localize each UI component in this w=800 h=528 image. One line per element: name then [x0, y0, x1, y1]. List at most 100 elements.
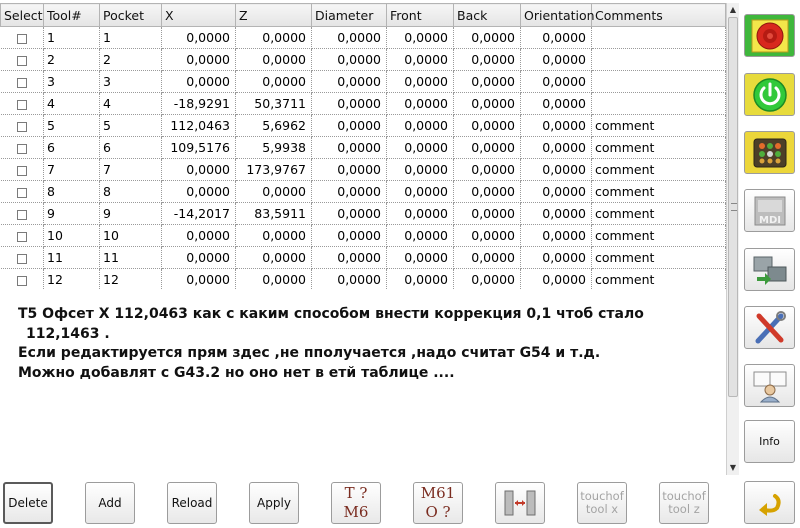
x-offset-cell[interactable]: 0,0000 — [161, 70, 236, 93]
x-offset-cell[interactable]: 109,5176 — [161, 136, 236, 159]
z-offset-cell[interactable]: 0,0000 — [235, 224, 312, 247]
reload-button[interactable]: Reload — [167, 482, 217, 524]
front-angle-cell[interactable]: 0,0000 — [386, 70, 454, 93]
info-button[interactable]: Info — [744, 420, 795, 463]
column-header-tool[interactable]: Tool# — [43, 3, 100, 27]
back-angle-cell[interactable]: 0,0000 — [453, 26, 521, 49]
front-angle-cell[interactable]: 0,0000 — [386, 114, 454, 137]
orientation-cell[interactable]: 0,0000 — [520, 180, 592, 203]
orientation-cell[interactable]: 0,0000 — [520, 70, 592, 93]
diameter-cell[interactable]: 0,0000 — [311, 70, 387, 93]
pocket-cell[interactable]: 9 — [99, 202, 162, 225]
orientation-cell[interactable]: 0,0000 — [520, 136, 592, 159]
back-angle-cell[interactable]: 0,0000 — [453, 158, 521, 181]
tool-number-cell[interactable]: 10 — [43, 224, 100, 247]
select-cell[interactable] — [0, 224, 44, 247]
comment-cell[interactable]: comment — [591, 202, 726, 225]
x-offset-cell[interactable]: 0,0000 — [161, 26, 236, 49]
select-checkbox[interactable] — [16, 187, 27, 198]
back-angle-cell[interactable]: 0,0000 — [453, 246, 521, 269]
diameter-cell[interactable]: 0,0000 — [311, 268, 387, 290]
tool-number-cell[interactable]: 4 — [43, 92, 100, 115]
orientation-cell[interactable]: 0,0000 — [520, 224, 592, 247]
user-button[interactable] — [744, 364, 795, 407]
pocket-cell[interactable]: 10 — [99, 224, 162, 247]
pocket-cell[interactable]: 2 — [99, 48, 162, 71]
z-offset-cell[interactable]: 0,0000 — [235, 180, 312, 203]
apply-button[interactable]: Apply — [249, 482, 299, 524]
x-offset-cell[interactable]: 0,0000 — [161, 158, 236, 181]
chuck-button[interactable] — [495, 482, 545, 524]
x-offset-cell[interactable]: 0,0000 — [161, 48, 236, 71]
pocket-cell[interactable]: 7 — [99, 158, 162, 181]
diameter-cell[interactable]: 0,0000 — [311, 180, 387, 203]
set-tool-m61-button[interactable]: M61 O ? — [413, 482, 463, 524]
tool-number-cell[interactable]: 7 — [43, 158, 100, 181]
comment-cell[interactable]: comment — [591, 180, 726, 203]
front-angle-cell[interactable]: 0,0000 — [386, 136, 454, 159]
manual-mode-button[interactable] — [744, 131, 795, 174]
back-angle-cell[interactable]: 0,0000 — [453, 114, 521, 137]
front-angle-cell[interactable]: 0,0000 — [386, 26, 454, 49]
table-row[interactable]: 4 4 -18,9291 50,3711 0,0000 0,0000 0,0000 0,000… — [0, 92, 726, 115]
select-cell[interactable] — [0, 268, 44, 290]
front-angle-cell[interactable]: 0,0000 — [386, 268, 454, 290]
tool-number-cell[interactable]: 9 — [43, 202, 100, 225]
comment-cell[interactable] — [591, 70, 726, 93]
front-angle-cell[interactable]: 0,0000 — [386, 246, 454, 269]
orientation-cell[interactable]: 0,0000 — [520, 48, 592, 71]
comment-cell[interactable]: comment — [591, 268, 726, 290]
tool-number-cell[interactable]: 12 — [43, 268, 100, 290]
vertical-scrollbar[interactable]: ▲ ▼ — [726, 3, 739, 475]
z-offset-cell[interactable]: 5,9938 — [235, 136, 312, 159]
touchoff-tool-z-button[interactable]: touchof tool z — [659, 482, 709, 524]
x-offset-cell[interactable]: 0,0000 — [161, 224, 236, 247]
table-row[interactable]: 7 7 0,0000 173,9767 0,0000 0,0000 0,0000 0,0000… — [0, 158, 726, 181]
select-checkbox[interactable] — [16, 143, 27, 154]
select-cell[interactable] — [0, 158, 44, 181]
front-angle-cell[interactable]: 0,0000 — [386, 202, 454, 225]
pocket-cell[interactable]: 4 — [99, 92, 162, 115]
table-row[interactable]: 3 3 0,0000 0,0000 0,0000 0,0000 0,0000 0,0000 — [0, 70, 726, 93]
select-checkbox[interactable] — [16, 33, 27, 44]
orientation-cell[interactable]: 0,0000 — [520, 26, 592, 49]
z-offset-cell[interactable]: 0,0000 — [235, 48, 312, 71]
table-row[interactable]: 1 1 0,0000 0,0000 0,0000 0,0000 0,0000 0,0000 — [0, 26, 726, 49]
column-header-pocket[interactable]: Pocket — [99, 3, 162, 27]
column-header-orientation[interactable]: Orientation — [520, 3, 595, 27]
select-cell[interactable] — [0, 180, 44, 203]
x-offset-cell[interactable]: 0,0000 — [161, 180, 236, 203]
tool-number-cell[interactable]: 11 — [43, 246, 100, 269]
tool-number-cell[interactable]: 8 — [43, 180, 100, 203]
scroll-up-arrow-icon[interactable]: ▲ — [727, 4, 739, 16]
estop-button[interactable] — [744, 14, 795, 57]
diameter-cell[interactable]: 0,0000 — [311, 158, 387, 181]
front-angle-cell[interactable]: 0,0000 — [386, 92, 454, 115]
x-offset-cell[interactable]: 112,0463 — [161, 114, 236, 137]
diameter-cell[interactable]: 0,0000 — [311, 246, 387, 269]
table-row[interactable]: 10 10 0,0000 0,0000 0,0000 0,0000 0,0000 0,0000… — [0, 224, 726, 247]
z-offset-cell[interactable]: 83,5911 — [235, 202, 312, 225]
z-offset-cell[interactable]: 0,0000 — [235, 26, 312, 49]
column-header-back[interactable]: Back — [453, 3, 521, 27]
tool-number-cell[interactable]: 1 — [43, 26, 100, 49]
back-angle-cell[interactable]: 0,0000 — [453, 70, 521, 93]
select-cell[interactable] — [0, 48, 44, 71]
front-angle-cell[interactable]: 0,0000 — [386, 48, 454, 71]
z-offset-cell[interactable]: 0,0000 — [235, 268, 312, 290]
back-button[interactable] — [744, 481, 795, 524]
pocket-cell[interactable]: 6 — [99, 136, 162, 159]
front-angle-cell[interactable]: 0,0000 — [386, 158, 454, 181]
diameter-cell[interactable]: 0,0000 — [311, 26, 387, 49]
column-header-front[interactable]: Front — [386, 3, 454, 27]
select-cell[interactable] — [0, 202, 44, 225]
column-header-diameter[interactable]: Diameter — [311, 3, 387, 27]
add-button[interactable]: Add — [85, 482, 135, 524]
scrollbar-thumb[interactable] — [728, 17, 738, 397]
select-cell[interactable] — [0, 92, 44, 115]
back-angle-cell[interactable]: 0,0000 — [453, 180, 521, 203]
scroll-down-arrow-icon[interactable]: ▼ — [727, 462, 739, 474]
pocket-cell[interactable]: 11 — [99, 246, 162, 269]
comment-cell[interactable]: comment — [591, 246, 726, 269]
orientation-cell[interactable]: 0,0000 — [520, 268, 592, 290]
